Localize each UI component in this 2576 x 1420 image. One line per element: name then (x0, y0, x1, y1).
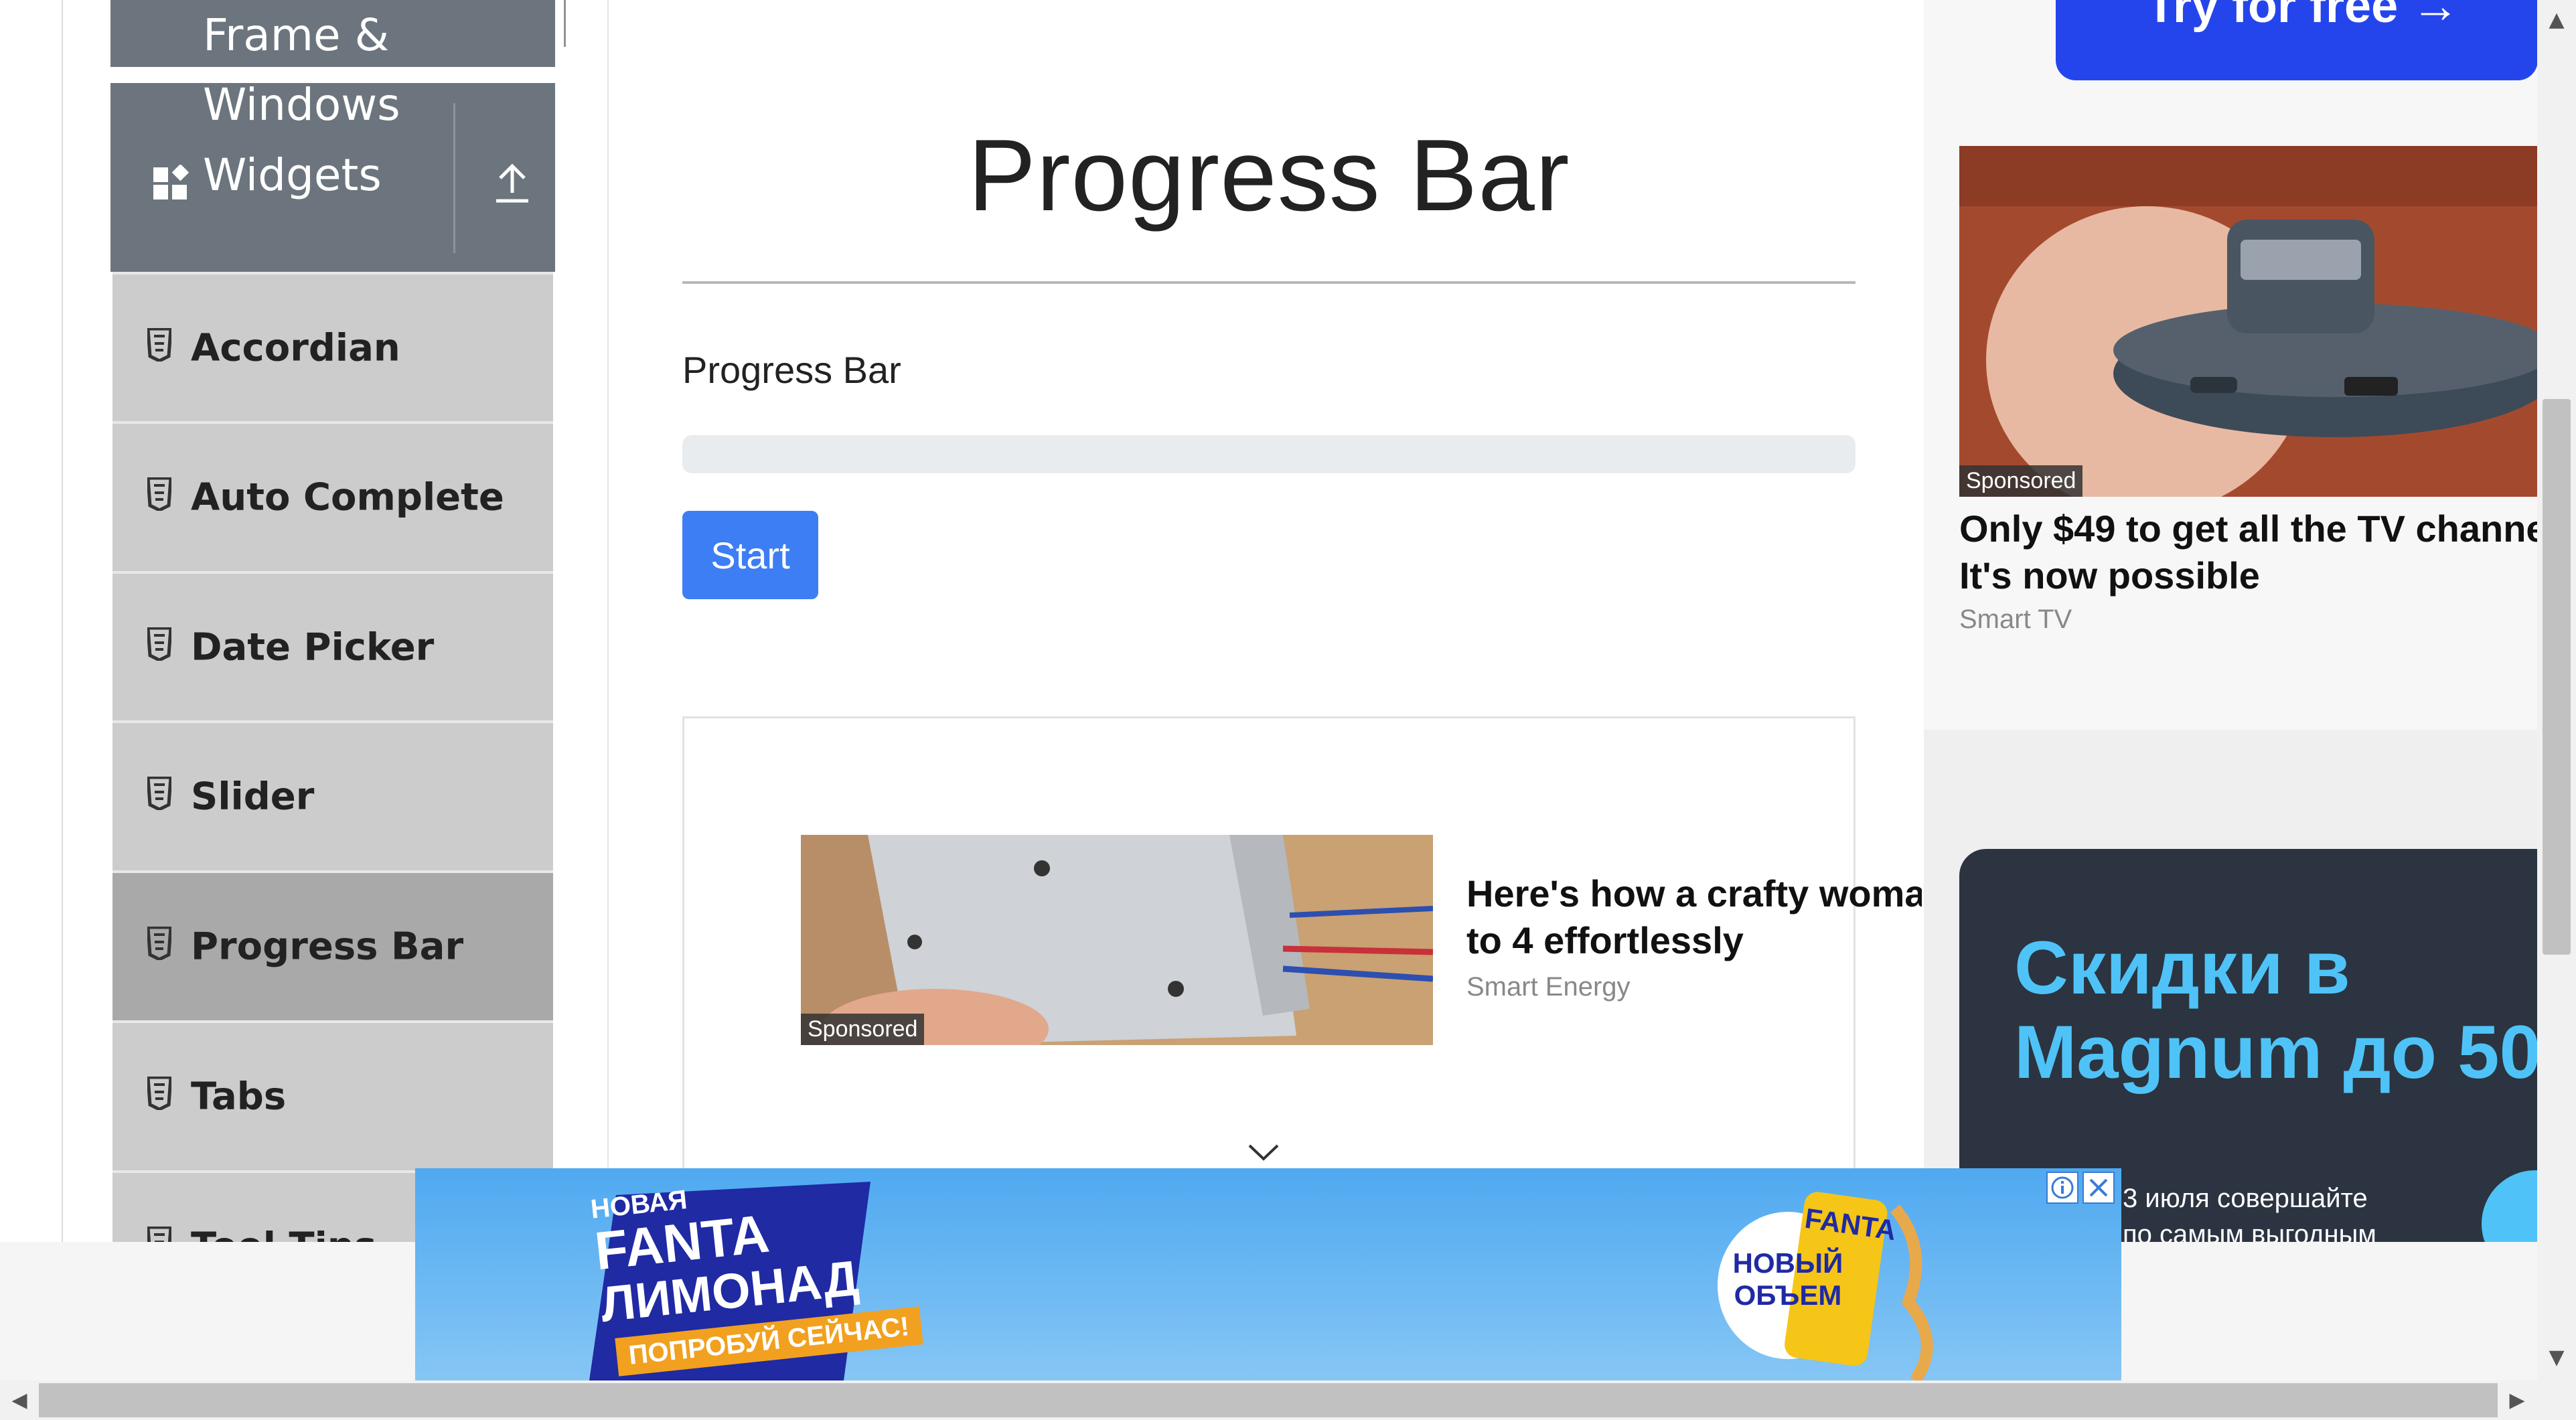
html5-icon (146, 626, 173, 662)
vertical-scroll-thumb[interactable] (2543, 399, 2571, 955)
group-label-frames-line2: Windows (203, 79, 400, 131)
badge-line1: НОВЫЙ (1732, 1247, 1843, 1279)
fanta-brand-text: НОВАЯ FANTA ЛИМОНАД (589, 1168, 861, 1332)
group-label-frames-line1: Frame & (203, 9, 390, 61)
widgets-icon (152, 163, 190, 202)
html5-icon (146, 476, 173, 512)
hdmi-device-photo (1959, 146, 2538, 497)
ad-thumbnail[interactable]: Sponsored (801, 835, 1433, 1045)
upload-arrow-icon[interactable] (494, 162, 531, 205)
group-separator (564, 0, 566, 47)
progress-bar (682, 435, 1855, 473)
sidebar-item-label: Progress Bar (191, 925, 464, 969)
info-icon[interactable] (2046, 1172, 2078, 1204)
promo-body-line1: 3 июля совершайте (2123, 1184, 2368, 1213)
scroll-right-arrow-icon[interactable]: ▶ (2498, 1380, 2536, 1420)
sponsored-label: Sponsored (1959, 465, 2083, 497)
promo-body: 3 июля совершайте по самым выгодным (2123, 1180, 2376, 1247)
ad-headline[interactable]: Here's how a crafty woma to 4 effortless… (1466, 870, 1922, 964)
tv-ad-headline[interactable]: Only $49 to get all the TV channe It's n… (1959, 505, 2537, 599)
scroll-left-arrow-icon[interactable]: ◀ (0, 1380, 39, 1420)
sidebar-item-label: Accordian (191, 326, 400, 370)
close-icon[interactable] (2082, 1172, 2115, 1204)
promo-action-circle[interactable] (2482, 1170, 2537, 1247)
title-divider (682, 281, 1855, 284)
group-separator (453, 103, 455, 253)
html5-icon (146, 327, 173, 363)
sidebar-item-progress-bar[interactable]: Progress Bar (112, 870, 553, 1020)
sidebar-item-date-picker[interactable]: Date Picker (112, 571, 553, 720)
promo-headline-line1: Скидки в (2014, 926, 2350, 1010)
sidebar-divider (607, 0, 609, 1242)
sidebar-item-tabs[interactable]: Tabs (112, 1020, 553, 1170)
progress-bar-label: Progress Bar (682, 349, 901, 391)
promo-headline: Скидки в Magnum до 50 (2014, 926, 2537, 1095)
horizontal-scroll-thumb[interactable] (39, 1383, 2498, 1417)
start-button[interactable]: Start (682, 511, 818, 599)
tv-ad-headline-line1: Only $49 to get all the TV channe (1959, 507, 2537, 550)
sidebar-item-slider[interactable]: Slider (112, 720, 553, 870)
tv-ad-headline-line2: It's now possible (1959, 554, 2260, 597)
sidebar-item-label: Auto Complete (191, 475, 504, 520)
fanta-banner-ad[interactable]: НОВАЯ FANTA ЛИМОНАД ПОПРОБУЙ СЕЙЧАС! НОВ… (415, 1168, 2121, 1380)
sidebar-group-widgets[interactable]: Windows Widgets (110, 83, 555, 272)
sidebar-group-frames-windows[interactable]: Frame & (110, 0, 566, 67)
group-label-widgets: Widgets (203, 149, 382, 201)
try-for-free-button[interactable]: Try for free → (2056, 0, 2538, 80)
new-volume-badge: НОВЫЙ ОБЪЕМ (1721, 1247, 1855, 1312)
tv-ad-thumbnail[interactable]: Sponsored (1959, 146, 2538, 497)
sidebar-item-label: Tabs (191, 1075, 287, 1119)
scroll-up-arrow-icon[interactable]: ▲ (2537, 0, 2576, 40)
chevron-down-icon[interactable] (1247, 1141, 1280, 1162)
ad-headline-line2: to 4 effortlessly (1466, 919, 1744, 961)
sidebar-item-label: Slider (191, 775, 315, 819)
promo-headline-line2: Magnum до 50 (2014, 1010, 2537, 1094)
sidebar-item-auto-complete[interactable]: Auto Complete (112, 421, 553, 571)
sidebar-item-label: Date Picker (191, 625, 435, 669)
try-for-free-label: Try for free → (2146, 0, 2460, 33)
html5-icon (146, 925, 173, 961)
badge-line2: ОБЪЕМ (1734, 1279, 1842, 1311)
sponsored-label: Sponsored (801, 1014, 925, 1045)
tv-ad-source: Smart TV (1959, 605, 2072, 634)
scroll-down-arrow-icon[interactable]: ▼ (2537, 1338, 2576, 1377)
sidebar-item-accordian[interactable]: Accordian (112, 272, 553, 421)
page-title: Progress Bar (968, 119, 1570, 232)
sidebar-rail (62, 0, 63, 1242)
ad-source: Smart Energy (1466, 972, 1631, 1002)
html5-icon (146, 775, 173, 811)
ad-headline-line1: Here's how a crafty woma (1466, 872, 1922, 915)
html5-icon (146, 1075, 173, 1111)
